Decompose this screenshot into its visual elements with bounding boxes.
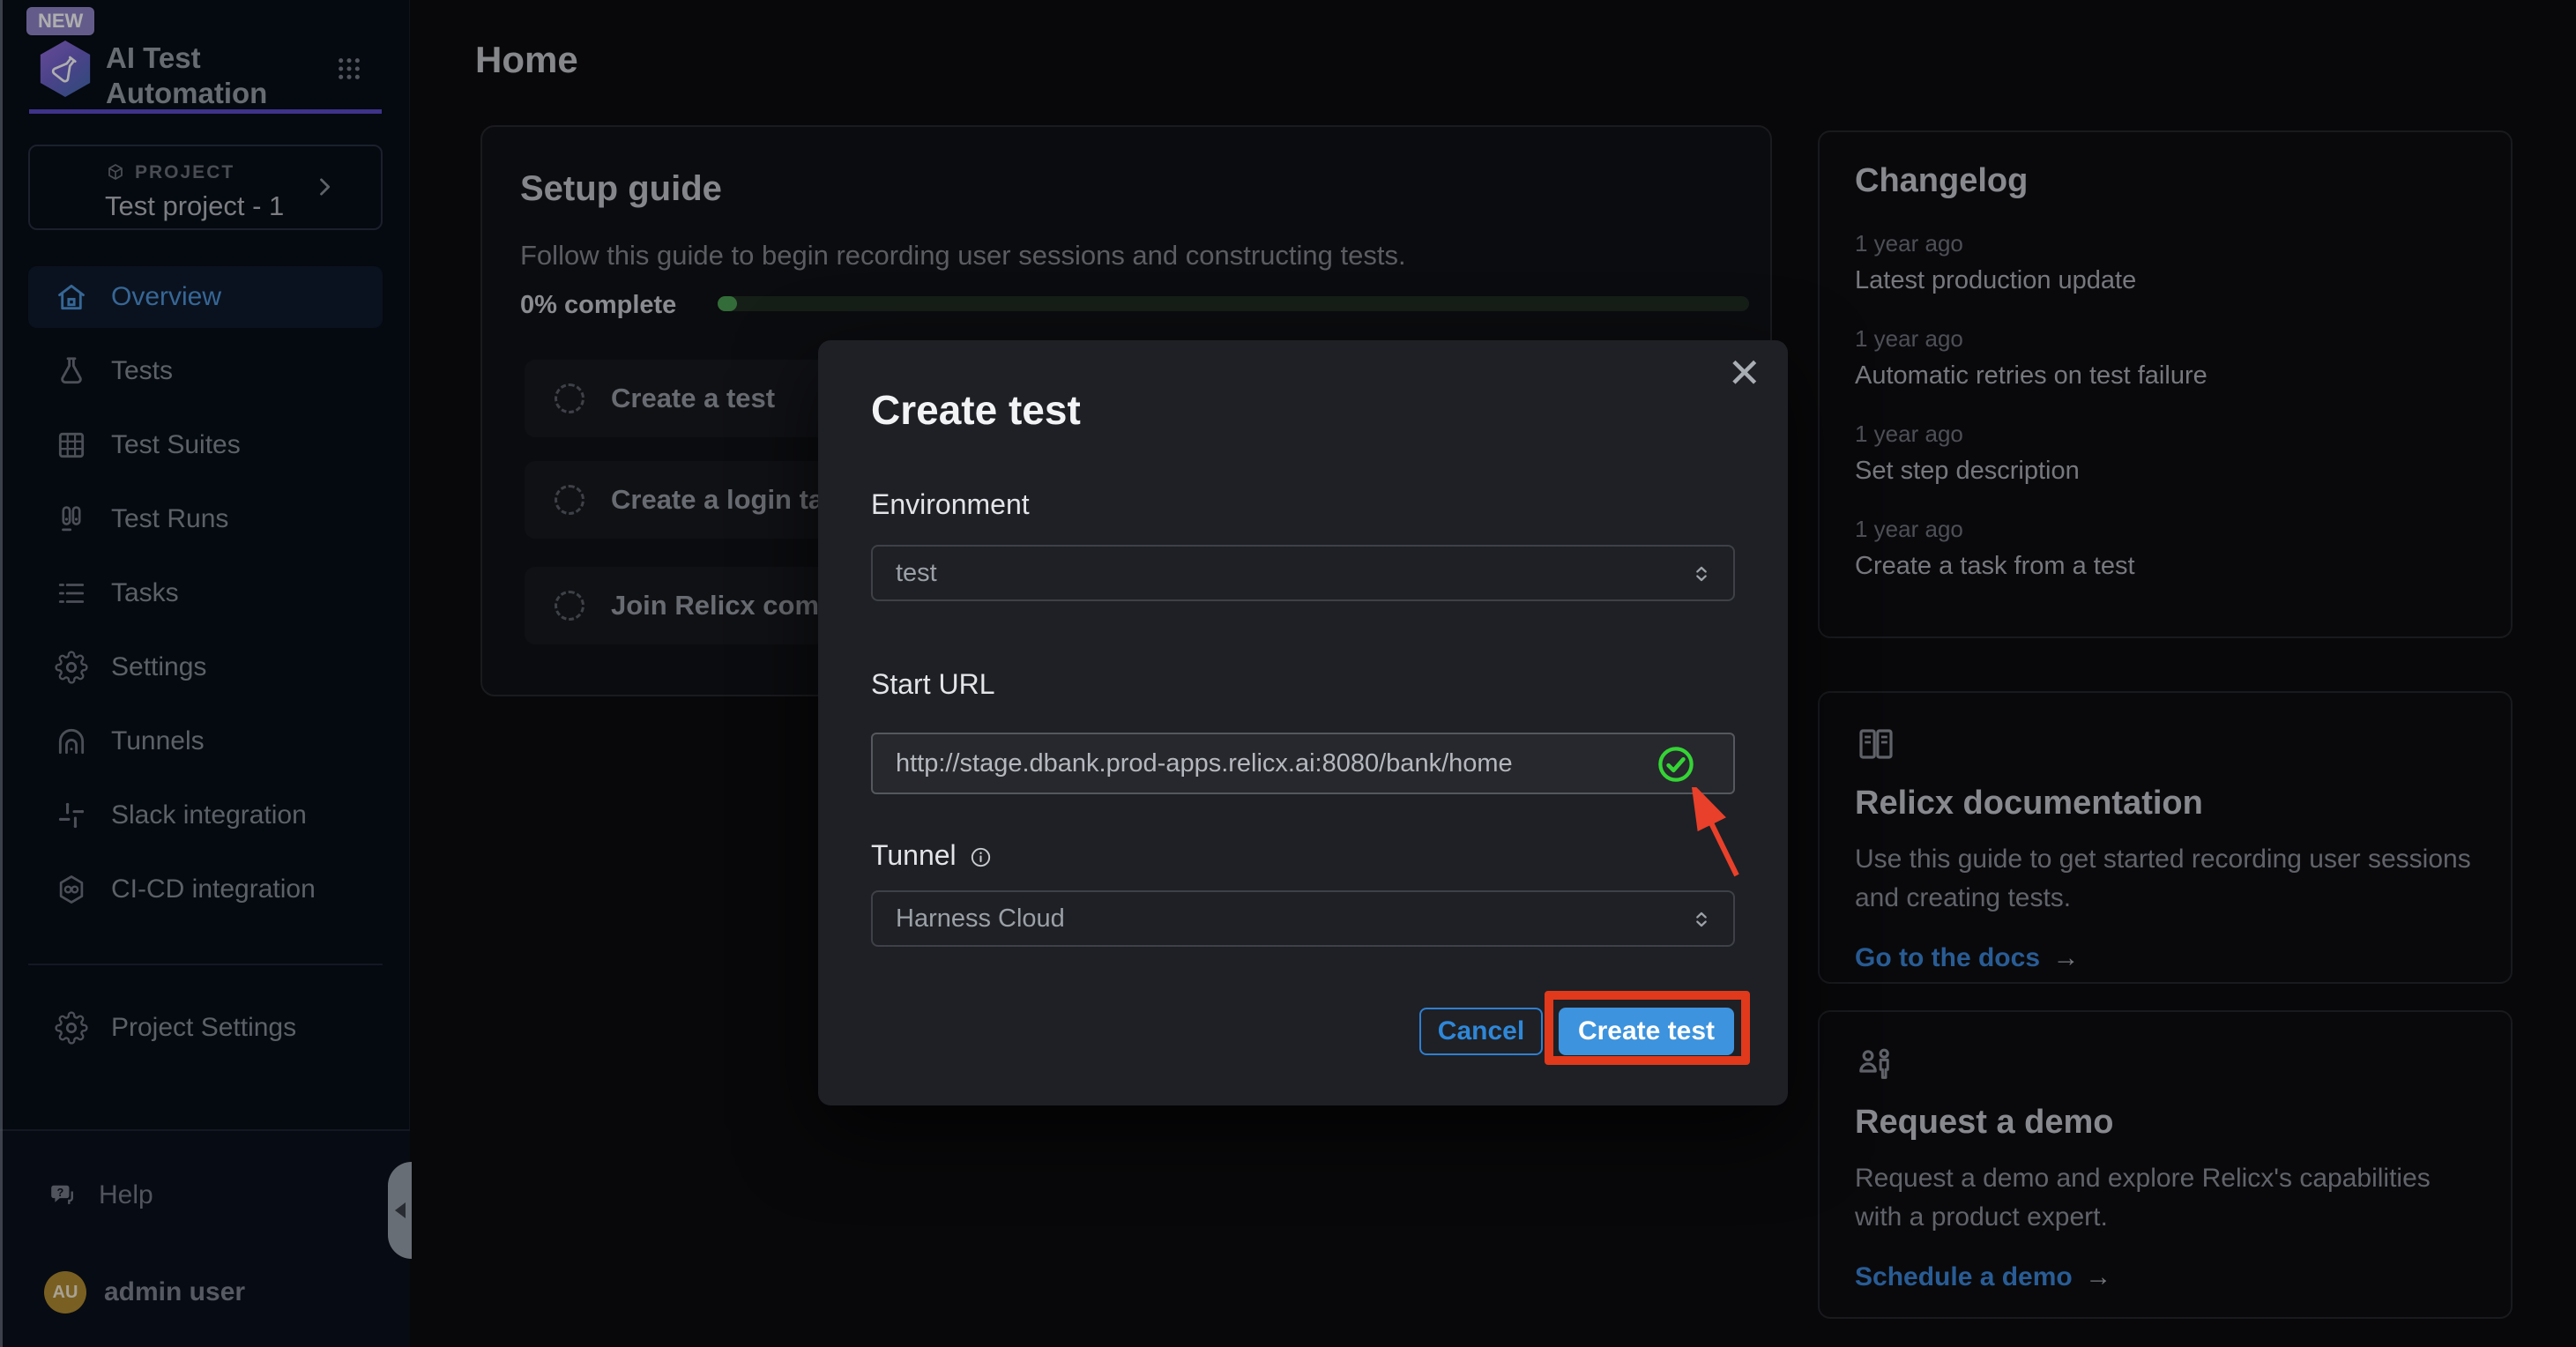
window-edge	[0, 0, 3, 1347]
start-url-label: Start URL	[871, 668, 994, 701]
cancel-button[interactable]: Cancel	[1419, 1008, 1543, 1055]
environment-select[interactable]: test	[871, 545, 1735, 601]
tunnel-select[interactable]: Harness Cloud	[871, 890, 1735, 947]
create-test-modal: ✕ Create test Environment test Start URL…	[818, 340, 1788, 1105]
tunnel-label: Tunnel	[871, 839, 993, 872]
create-test-button[interactable]: Create test	[1559, 1008, 1734, 1055]
modal-title: Create test	[871, 386, 1081, 434]
chevron-updown-icon	[1689, 559, 1714, 588]
environment-label: Environment	[871, 488, 1030, 521]
start-url-input[interactable]	[871, 733, 1735, 794]
info-icon[interactable]	[969, 839, 993, 872]
close-icon[interactable]: ✕	[1727, 353, 1761, 393]
valid-check-icon	[1656, 744, 1696, 785]
app-window: NEW AI Test Automation PROJECT Test proj…	[0, 0, 2576, 1347]
chevron-updown-icon	[1689, 904, 1714, 934]
